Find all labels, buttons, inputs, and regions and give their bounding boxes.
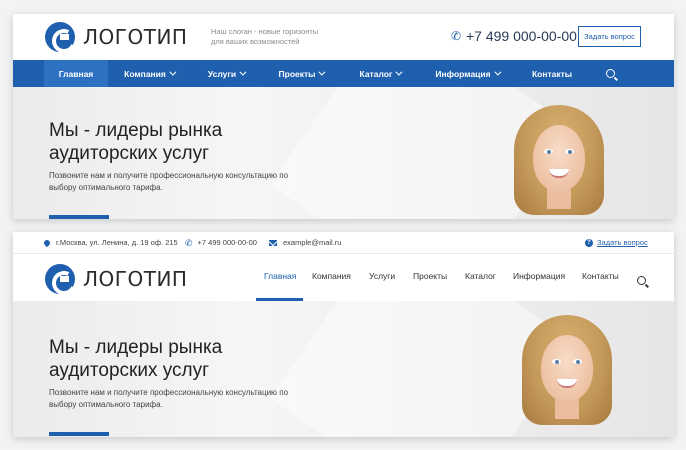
nav-item-projects[interactable]: Проекты: [262, 60, 340, 87]
question-icon: ?: [585, 238, 593, 247]
nav-item-catalog[interactable]: Каталог: [340, 60, 420, 87]
hero-accent-bar: [49, 432, 109, 436]
address: г.Москва, ул. Ленина, д. 19 оф. 215: [42, 238, 178, 247]
nav-item-services[interactable]: Услуги: [369, 271, 395, 281]
hero-title: Мы - лидеры рынка аудиторских услуг: [49, 120, 223, 164]
map-pin-icon: [42, 238, 52, 247]
main-nav: Главная Компания Услуги Проекты Каталог …: [13, 60, 674, 87]
hero-photo: [517, 313, 617, 425]
mail-icon: [269, 239, 277, 246]
hero-subtitle: Позвоните нам и получите профессиональну…: [49, 171, 289, 192]
top-info-bar: г.Москва, ул. Ленина, д. 19 оф. 215 ✆ +7…: [13, 232, 674, 254]
chevron-down-icon: [239, 68, 247, 76]
header-main: ЛОГОТИП Главная Компания Услуги Проекты …: [13, 254, 674, 301]
hero-banner: Мы - лидеры рынка аудиторских услуг Позв…: [13, 301, 674, 437]
ask-question-button[interactable]: Задать вопрос: [578, 26, 641, 47]
hero-banner: Мы - лидеры рынка аудиторских услуг Позв…: [13, 87, 674, 219]
chevron-down-icon: [395, 68, 403, 76]
logo[interactable]: ЛОГОТИП: [45, 264, 187, 294]
nav-item-home[interactable]: Главная: [44, 60, 108, 87]
header-top: ЛОГОТИП Наш слоган - новые горизонты для…: [13, 14, 674, 60]
nav-item-contacts[interactable]: Контакты: [582, 271, 619, 281]
logo-icon: [45, 22, 75, 52]
slogan: Наш слоган - новые горизонты для ваших в…: [211, 27, 319, 46]
nav-search[interactable]: [637, 272, 646, 290]
phone-icon: ✆: [185, 237, 193, 248]
topbar-email[interactable]: example@mail.ru: [269, 238, 341, 247]
chevron-down-icon: [318, 68, 326, 76]
phone-number: +7 499 000-00-00: [466, 28, 577, 44]
hero-title: Мы - лидеры рынка аудиторских услуг: [49, 337, 223, 381]
header-variant-1: ЛОГОТИП Наш слоган - новые горизонты для…: [13, 14, 674, 219]
nav-item-company[interactable]: Компания: [312, 271, 351, 281]
ask-question-link[interactable]: ? Задать вопрос: [585, 238, 648, 247]
chevron-down-icon: [493, 68, 502, 76]
nav-item-services[interactable]: Услуги: [190, 60, 262, 87]
hero-accent-bar: [49, 215, 109, 219]
search-icon: [605, 69, 615, 78]
nav-item-projects[interactable]: Проекты: [413, 271, 447, 281]
nav-item-info[interactable]: Информация: [420, 60, 514, 87]
logo-text: ЛОГОТИП: [83, 25, 188, 49]
topbar-phone[interactable]: ✆ +7 499 000-00-00: [185, 238, 257, 247]
nav-item-home[interactable]: Главная: [264, 271, 296, 281]
nav-item-catalog[interactable]: Каталог: [465, 271, 496, 281]
hero-subtitle: Позвоните нам и получите профессиональну…: [49, 388, 289, 409]
logo-text: ЛОГОТИП: [83, 267, 188, 291]
phone-icon: ✆: [451, 29, 462, 43]
nav-item-contacts[interactable]: Контакты: [514, 60, 590, 87]
header-variant-2: г.Москва, ул. Ленина, д. 19 оф. 215 ✆ +7…: [13, 232, 674, 437]
chevron-down-icon: [169, 68, 177, 76]
nav-search[interactable]: [590, 60, 630, 87]
logo[interactable]: ЛОГОТИП: [45, 22, 187, 52]
nav-item-company[interactable]: Компания: [108, 60, 190, 87]
logo-icon: [45, 264, 75, 294]
phone-link[interactable]: ✆ +7 499 000-00-00: [451, 28, 577, 44]
search-icon: [637, 276, 646, 285]
nav-item-info[interactable]: Информация: [513, 271, 565, 281]
hero-photo: [509, 103, 609, 215]
